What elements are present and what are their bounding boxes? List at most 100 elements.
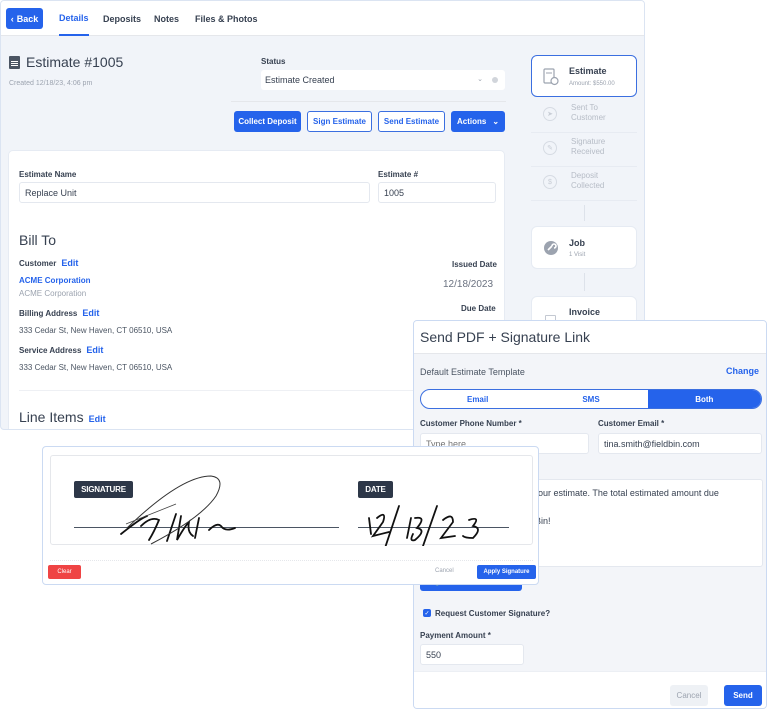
- channel-label: Email: [466, 394, 489, 404]
- signature-cancel-button[interactable]: Cancel: [435, 568, 454, 574]
- dialog-footer: Cancel Send: [414, 671, 766, 708]
- button-label: Actions: [456, 117, 487, 126]
- timeline-estimate-card[interactable]: Estimate Amount: $550.00: [531, 55, 637, 97]
- channel-sms[interactable]: SMS: [534, 390, 647, 408]
- line-items-heading: Line Items: [19, 409, 84, 425]
- button-label: Clear: [57, 569, 72, 575]
- money-bag-icon: $: [543, 175, 557, 189]
- service-address-label: Service Address: [19, 346, 82, 355]
- send-icon: ➤: [543, 107, 557, 121]
- estimate-name-input[interactable]: Replace Unit: [19, 182, 370, 203]
- signature-pad-dialog: SIGNATURE DATE Clear Cancel Apply Signat…: [42, 446, 539, 585]
- billing-address-label: Billing Address: [19, 309, 78, 318]
- channel-both[interactable]: Both: [647, 390, 761, 408]
- channel-email[interactable]: Email: [421, 390, 534, 408]
- top-nav: ‹ Back Details Deposits Notes Files & Ph…: [1, 1, 644, 36]
- request-signature-label: Request Customer Signature?: [435, 609, 551, 618]
- apply-signature-button[interactable]: Apply Signature: [477, 565, 536, 579]
- tab-label: Deposits: [103, 13, 142, 24]
- button-label: Sign Estimate: [313, 117, 366, 126]
- clear-button[interactable]: Clear: [48, 565, 81, 579]
- collect-deposit-button[interactable]: Collect Deposit: [234, 111, 301, 132]
- tab-deposits[interactable]: Deposits: [103, 1, 141, 36]
- billing-label-row: Billing Address Edit: [19, 308, 99, 318]
- handwritten-signature: [120, 475, 479, 546]
- chevron-down-icon: ⌄: [492, 117, 500, 126]
- tab-notes[interactable]: Notes: [154, 1, 179, 36]
- check-icon: ✓: [424, 610, 430, 617]
- cancel-button[interactable]: Cancel: [670, 685, 708, 706]
- status-indicator-icon: [492, 77, 498, 83]
- estimate-calculator-icon: [543, 68, 559, 86]
- edit-line-items-link[interactable]: Edit: [89, 414, 106, 424]
- edit-billing-link[interactable]: Edit: [82, 308, 99, 318]
- timeline-step-signature: ✎ Signature Received: [531, 133, 637, 167]
- input-value: 1005: [384, 187, 405, 198]
- estimate-number-input[interactable]: 1005: [378, 182, 496, 203]
- signature-icon: ✎: [543, 141, 557, 155]
- timeline-step-label: Sent To Customer: [571, 103, 606, 122]
- signature-canvas[interactable]: SIGNATURE DATE: [50, 455, 533, 546]
- document-icon: [9, 55, 20, 69]
- timeline-connector: [584, 205, 585, 221]
- channel-label: SMS: [582, 394, 600, 404]
- timeline-step-sent: ➤ Sent To Customer: [531, 99, 637, 133]
- service-address-value: 333 Cedar St, New Haven, CT 06510, USA: [19, 363, 173, 372]
- button-label: Apply Signature: [483, 569, 530, 575]
- wrench-icon: [544, 241, 558, 255]
- timeline-step-label: Deposit Collected: [571, 171, 605, 190]
- email-input[interactable]: tina.smith@fieldbin.com: [598, 433, 762, 454]
- timeline-estimate-amount: Amount: $550.00: [569, 81, 615, 87]
- payment-amount-input[interactable]: 550: [420, 644, 524, 665]
- timeline-connector: [584, 273, 585, 291]
- timeline-job-visits: 1 Visit: [569, 252, 586, 258]
- request-signature-checkbox[interactable]: ✓: [423, 609, 431, 617]
- estimate-number-label: Estimate #: [378, 170, 419, 179]
- send-button[interactable]: Send: [724, 685, 762, 706]
- created-timestamp: Created 12/18/23, 4:06 pm: [9, 80, 93, 87]
- due-date-label: Due Date: [461, 304, 496, 313]
- chevron-left-icon: ‹: [10, 13, 14, 24]
- button-label: Collect Deposit: [238, 117, 297, 126]
- button-label: Cancel: [676, 691, 702, 700]
- message-line: eldBin!: [523, 514, 754, 528]
- billing-address-value: 333 Cedar St, New Haven, CT 06510, USA: [19, 326, 173, 335]
- chevron-down-icon: ⌄: [477, 76, 483, 83]
- line-items-row: Line Items Edit: [19, 409, 106, 425]
- timeline-step-deposit: $ Deposit Collected: [531, 167, 637, 201]
- status-label: Status: [261, 57, 286, 66]
- tab-details[interactable]: Details: [59, 1, 89, 36]
- customer-label-row: Customer Edit: [19, 258, 78, 268]
- message-textarea[interactable]: or your estimate. The total estimated am…: [514, 479, 763, 567]
- back-button[interactable]: ‹ Back: [6, 8, 43, 29]
- input-value: Replace Unit: [25, 187, 77, 198]
- edit-service-link[interactable]: Edit: [86, 345, 103, 355]
- channel-toggle: Email SMS Both: [420, 389, 762, 409]
- email-label: Customer Email *: [598, 419, 665, 428]
- sign-estimate-button[interactable]: Sign Estimate: [307, 111, 372, 132]
- tab-label: Files & Photos: [195, 13, 258, 24]
- customer-name: ACME Corporation: [19, 289, 87, 298]
- send-estimate-button[interactable]: Send Estimate: [378, 111, 445, 132]
- channel-label: Both: [695, 394, 714, 404]
- tab-label: Notes: [154, 13, 180, 24]
- actions-dropdown[interactable]: Actions ⌄: [451, 111, 505, 132]
- edit-customer-link[interactable]: Edit: [61, 258, 78, 268]
- payment-amount-label: Payment Amount *: [420, 631, 491, 640]
- customer-label: Customer: [19, 259, 57, 268]
- status-select[interactable]: Estimate Created ⌄: [261, 70, 505, 90]
- change-template-link[interactable]: Change: [726, 366, 759, 376]
- template-label: Default Estimate Template: [420, 367, 525, 377]
- customer-link[interactable]: ACME Corporation: [19, 276, 91, 285]
- tab-files-photos[interactable]: Files & Photos: [195, 1, 258, 36]
- estimate-title: Estimate #1005: [26, 54, 124, 70]
- button-label: Send: [733, 691, 753, 700]
- divider: [231, 101, 506, 102]
- timeline-job-card[interactable]: Job 1 Visit: [531, 226, 637, 269]
- service-label-row: Service Address Edit: [19, 345, 103, 355]
- message-line: or your estimate. The total estimated am…: [523, 488, 719, 498]
- input-value: 550: [426, 649, 442, 660]
- phone-label: Customer Phone Number *: [420, 419, 522, 428]
- timeline-estimate-title: Estimate: [569, 66, 607, 76]
- estimate-name-label: Estimate Name: [19, 170, 77, 179]
